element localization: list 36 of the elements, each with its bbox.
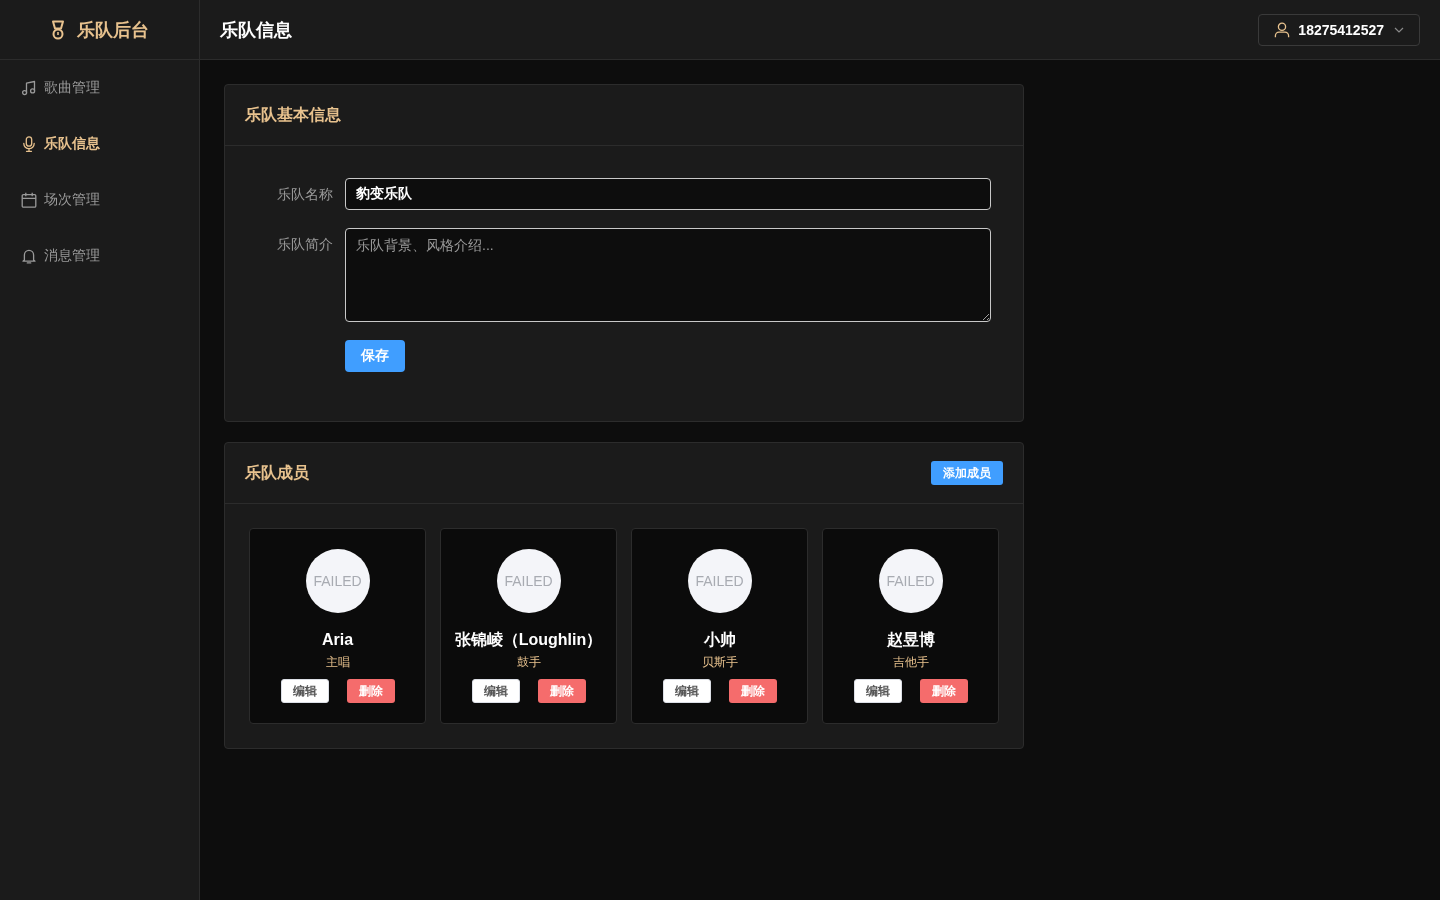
image-alt-text: FAILED (886, 573, 935, 589)
edit-button[interactable]: 编辑 (853, 679, 902, 703)
edit-button[interactable]: 编辑 (662, 679, 711, 703)
sidebar-item[interactable]: 歌曲管理 (0, 60, 199, 116)
field-label: 乐队名称 (276, 185, 334, 204)
image-alt-text: FAILED (504, 573, 553, 589)
member-role: 鼓手 (516, 654, 541, 670)
sidebar-item[interactable]: 乐队信息 (0, 116, 199, 172)
member-role: 贝斯手 (701, 654, 738, 670)
image-alt-text: FAILED (313, 573, 362, 589)
member-name: 张锦崚（Loughlin） (454, 630, 603, 650)
chevron-down-icon (1394, 26, 1404, 33)
member-name: Aria (321, 630, 354, 650)
band-intro-field[interactable]: 乐队背景、风格介绍... (345, 228, 991, 322)
card-title: 乐队基本信息 (245, 104, 341, 125)
microphone-icon (21, 136, 37, 152)
card-title: 乐队成员 (245, 462, 309, 483)
member-name: 小帅 (703, 630, 736, 650)
image-alt-text: FAILED (695, 573, 744, 589)
member-role: 吉他手 (892, 654, 929, 670)
sidebar-item[interactable]: 消息管理 (0, 228, 199, 284)
page-title: 乐队信息 (220, 18, 292, 42)
bell-icon (21, 248, 37, 264)
user-dropdown[interactable]: 18275412527 (1258, 13, 1420, 46)
medal-icon (50, 19, 65, 40)
app-logo-text: 乐队后台 (76, 18, 149, 42)
music-note-icon (21, 80, 37, 96)
field-label: 乐队简介 (276, 235, 334, 254)
member-role: 主唱 (325, 654, 350, 670)
calendar-icon (21, 192, 37, 208)
edit-button[interactable]: 编辑 (280, 679, 329, 703)
member-name: 赵昱博 (886, 630, 935, 650)
band-name-field[interactable]: 豹变乐队 (345, 178, 991, 210)
sidebar-item[interactable]: 场次管理 (0, 172, 199, 228)
edit-button[interactable]: 编辑 (471, 679, 520, 703)
user-icon (1274, 21, 1291, 38)
